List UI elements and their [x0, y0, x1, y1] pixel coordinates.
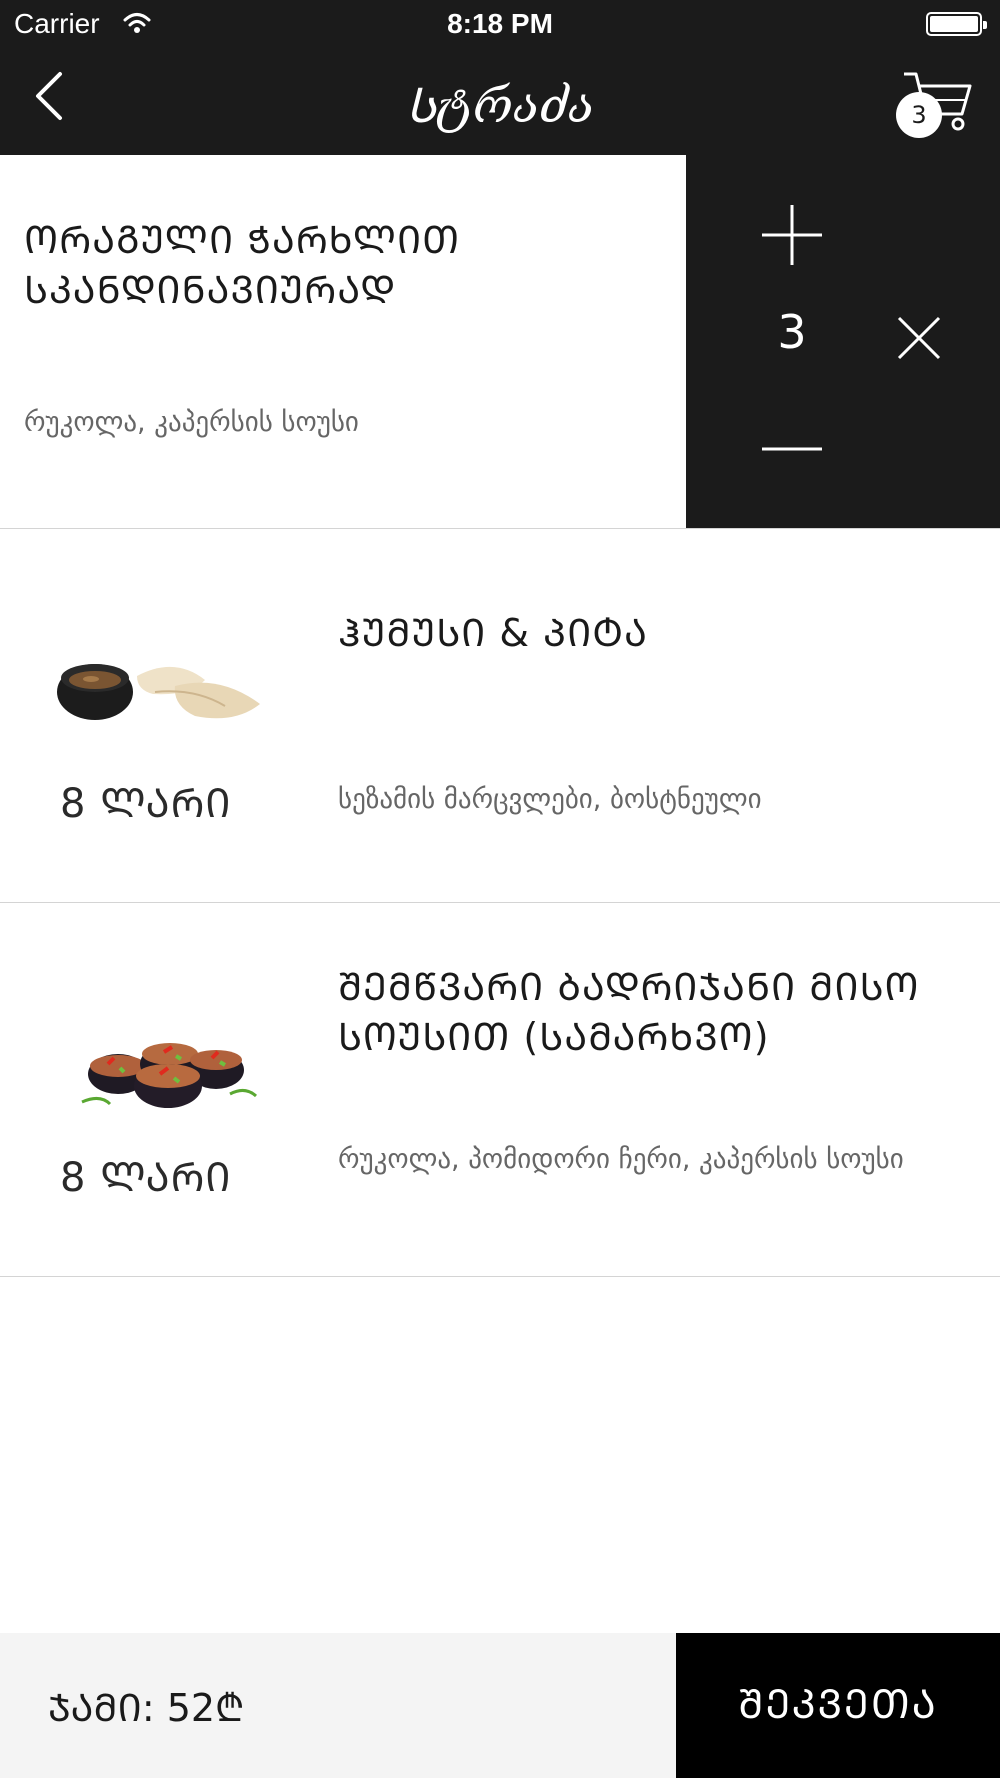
quantity-panel: 3	[686, 155, 1000, 528]
order-button[interactable]: ᲨᲔᲙᲕᲔᲗᲐ	[676, 1633, 1000, 1778]
status-bar: Carrier 8:18 PM	[0, 0, 1000, 50]
item-title: ᲝᲠᲐᲒᲣᲚᲘ ᲭᲐᲠᲮᲚᲘᲗ ᲡᲙᲐᲜᲓᲘᲜᲐᲕᲘᲣᲠᲐᲓ	[24, 218, 461, 312]
checkout-bar: ᲯᲐᲛᲘ: 52₾ ᲨᲔᲙᲕᲔᲗᲐ	[0, 1633, 1000, 1778]
battery-icon	[926, 12, 987, 36]
list-item[interactable]: 8 ᲚᲐᲠᲘ ᲨᲔᲛᲬᲕᲐᲠᲘ ᲑᲐᲓᲠᲘᲯᲐᲜᲘ ᲛᲘᲡᲝ ᲡᲝᲣᲡᲘᲗ (Ს…	[0, 902, 1000, 1277]
remove-icon[interactable]	[896, 315, 942, 361]
cart-item-selected[interactable]: ᲝᲠᲐᲒᲣᲚᲘ ᲭᲐᲠᲮᲚᲘᲗ ᲡᲙᲐᲜᲓᲘᲜᲐᲕᲘᲣᲠᲐᲓ რუკოლა, კ…	[0, 155, 1000, 529]
plus-icon[interactable]	[760, 203, 824, 267]
nav-bar: Სტრაძა 3	[0, 50, 1000, 155]
total-label: ᲯᲐᲛᲘ: 52₾	[48, 1686, 245, 1730]
page-title: Სტრაძა	[405, 78, 595, 134]
item-title: ᲨᲔᲛᲬᲕᲐᲠᲘ ᲑᲐᲓᲠᲘᲯᲐᲜᲘ ᲛᲘᲡᲝ ᲡᲝᲣᲡᲘᲗ (ᲡᲐᲛᲐᲠᲮᲕᲝ…	[338, 965, 920, 1059]
clock: 8:18 PM	[447, 8, 553, 39]
cart-count-badge[interactable]: 3	[896, 92, 942, 138]
item-price: 8 ᲚᲐᲠᲘ	[60, 781, 232, 827]
eggplant-rolls-image	[81, 1043, 258, 1108]
item-description: რუკოლა, კაპერსის სოუსი	[24, 407, 359, 438]
minus-icon[interactable]	[760, 447, 824, 451]
hummus-pita-image	[57, 664, 260, 720]
item-description: რუკოლა, პომიდორი ჩერი, კაპერსის სოუსი	[338, 1144, 904, 1175]
item-title: ᲰᲣᲛᲣᲡᲘ & ᲞᲘᲢᲐ	[338, 611, 648, 655]
item-price: 8 ᲚᲐᲠᲘ	[60, 1155, 232, 1201]
item-description: სეზამის მარცვლები, ბოსტნეული	[338, 784, 762, 815]
list-item[interactable]: 8 ᲚᲐᲠᲘ ᲰᲣᲛᲣᲡᲘ & ᲞᲘᲢᲐ სეზამის მარცვლები, …	[0, 528, 1000, 903]
quantity-value: 3	[777, 305, 807, 359]
